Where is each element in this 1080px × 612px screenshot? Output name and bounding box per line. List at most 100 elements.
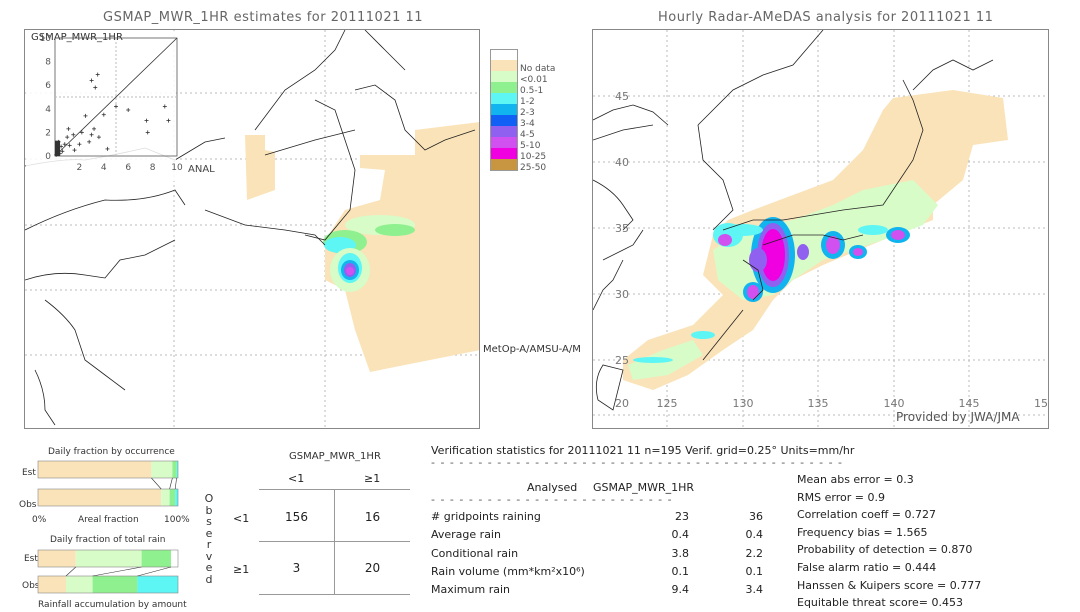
occurrence-est-label: Est <box>22 468 36 478</box>
occurrence-title: Daily fraction by occurrence <box>48 447 175 457</box>
scatter-point <box>89 132 94 137</box>
stat-analysed: 0.4 <box>671 528 690 542</box>
inset-x-tick: 6 <box>125 163 131 173</box>
contingency-cell: 16 <box>364 510 381 524</box>
est-bar-segment <box>172 461 177 478</box>
contingency-row-header: <1 <box>233 512 250 525</box>
score-line: Correlation coeff = 0.727 <box>797 508 936 522</box>
bar-connector <box>174 477 177 490</box>
bar-connector <box>169 477 173 490</box>
legend-swatch <box>490 126 518 137</box>
scatter-point <box>114 104 118 109</box>
legend-swatch <box>490 93 518 104</box>
obs-bar-segment <box>169 489 176 506</box>
score-line: Probability of detection = 0.870 <box>797 543 973 557</box>
scatter-point <box>66 126 71 131</box>
credit-label: Provided by JWA/JMA <box>896 410 1020 424</box>
lat-tick: 40 <box>615 156 629 169</box>
stat-analysed: 3.8 <box>671 546 690 560</box>
scatter-point <box>166 118 171 123</box>
occurrence-axis-mid: Areal fraction <box>78 515 139 525</box>
inset-x-tick: 8 <box>150 163 156 173</box>
score-line: Hanssen & Kuipers score = 0.777 <box>797 578 982 592</box>
lon-tick: 140 <box>884 397 905 410</box>
scatter-point <box>93 85 98 90</box>
bar-connector <box>137 566 172 577</box>
total-rain-chart <box>37 549 179 594</box>
right-map-title: Hourly Radar-AMeDAS analysis for 2011102… <box>658 10 994 25</box>
divider: - - - - - - - - - - - - - - - - - - - - … <box>431 456 846 469</box>
observed-letter: d <box>205 572 213 586</box>
legend-swatch <box>490 148 518 159</box>
right-map: 45 40 35 30 25 20 125 130 135 140 145 15 Provided b… <box>592 29 1049 429</box>
legend-swatch <box>490 71 518 82</box>
contingency-cell: 156 <box>285 510 308 524</box>
scatter-point <box>95 72 100 77</box>
observed-label: Observed <box>204 493 214 585</box>
contingency-col-header: ≥1 <box>364 472 381 485</box>
occurrence-axis-left: 0% <box>32 515 47 525</box>
swath-region <box>245 135 275 200</box>
inset-x-tick: 2 <box>77 163 83 173</box>
scatter-point <box>77 142 82 147</box>
occurrence-axis-right: 100% <box>164 515 190 525</box>
lat-tick: 45 <box>615 90 629 103</box>
scatter-point <box>83 113 88 118</box>
occurrence-obs-label: Obs <box>19 500 37 510</box>
stat-model: 0.1 <box>745 564 764 578</box>
scatter-point <box>96 135 101 140</box>
scatter-point <box>144 118 149 123</box>
score-line: False alarm ratio = 0.444 <box>797 561 937 574</box>
stat-label: # gridpoints raining <box>431 510 541 523</box>
scatter-point <box>65 135 70 140</box>
obs-bar-segment <box>161 489 170 506</box>
left-map: GSMAP_MWR_1HR 0 2 2 4 4 6 6 8 8 10 10 ANAL <box>24 29 480 429</box>
lon-tick: 125 <box>657 397 678 410</box>
legend-label: 25-50 <box>520 163 547 173</box>
contingency-row-header: ≥1 <box>233 563 250 576</box>
right-map-axes: 45 40 35 30 25 20 125 130 135 140 145 15 <box>615 90 1048 410</box>
inset-x-tick: 10 <box>171 163 183 173</box>
stat-row: Maximum rain 9.4 3.4 <box>431 583 771 599</box>
scatter-point <box>162 104 167 109</box>
stat-model: 3.4 <box>745 583 764 597</box>
scatter-point <box>72 148 77 153</box>
legend-swatch <box>490 82 518 93</box>
color-legend: No data <0.01 0.5-1 1-2 2-3 3-4 4-5 5-10 10-25 25… <box>490 49 580 189</box>
observed-letter: O <box>204 492 214 505</box>
est-bar-segment <box>75 550 142 567</box>
inset-y-tick: 2 <box>45 128 51 138</box>
legend-swatch <box>490 104 518 115</box>
scatter-cluster <box>55 140 60 156</box>
score-line: Mean abs error = 0.3 <box>797 473 914 486</box>
stat-row: # gridpoints raining 23 36 <box>431 510 771 526</box>
bar-connector <box>92 566 142 577</box>
obs-bar-segment <box>66 576 93 593</box>
stat-label: Conditional rain <box>431 546 519 560</box>
observed-letter: s <box>206 515 212 528</box>
score-line: Equitable threat score= 0.453 <box>797 596 963 610</box>
legend-swatch <box>490 60 518 71</box>
stat-model: 2.2 <box>745 546 764 560</box>
inset-y-tick: 0 <box>45 152 51 162</box>
inset-y-tick: 6 <box>45 81 51 91</box>
lon-tick: 15 <box>1034 397 1048 410</box>
lon-tick: 135 <box>808 397 829 410</box>
observed-letter: r <box>206 538 212 551</box>
scatter-point <box>89 78 94 83</box>
stat-analysed: 9.4 <box>671 583 690 597</box>
legend-swatch <box>490 137 518 148</box>
inset-x-label: ANAL <box>188 164 215 175</box>
observed-letter: e <box>205 561 213 574</box>
contingency-model-label: GSMAP_MWR_1HR <box>289 451 381 462</box>
obs-bar-segment <box>137 576 178 593</box>
stat-row: Average rain 0.4 0.4 <box>431 528 771 544</box>
divider: - - - - - - - - - - - - - - - - - - - - … <box>431 493 671 506</box>
contingency-cell: 3 <box>292 561 301 575</box>
stat-row: Conditional rain 3.8 2.2 <box>431 547 771 563</box>
score-line: Frequency bias = 1.565 <box>797 525 928 539</box>
stat-label: Rain volume (mm*km²x10⁶) <box>431 564 585 578</box>
scatter-point <box>67 143 72 148</box>
scatter-point <box>126 107 131 112</box>
est-bar-segment <box>38 550 76 567</box>
